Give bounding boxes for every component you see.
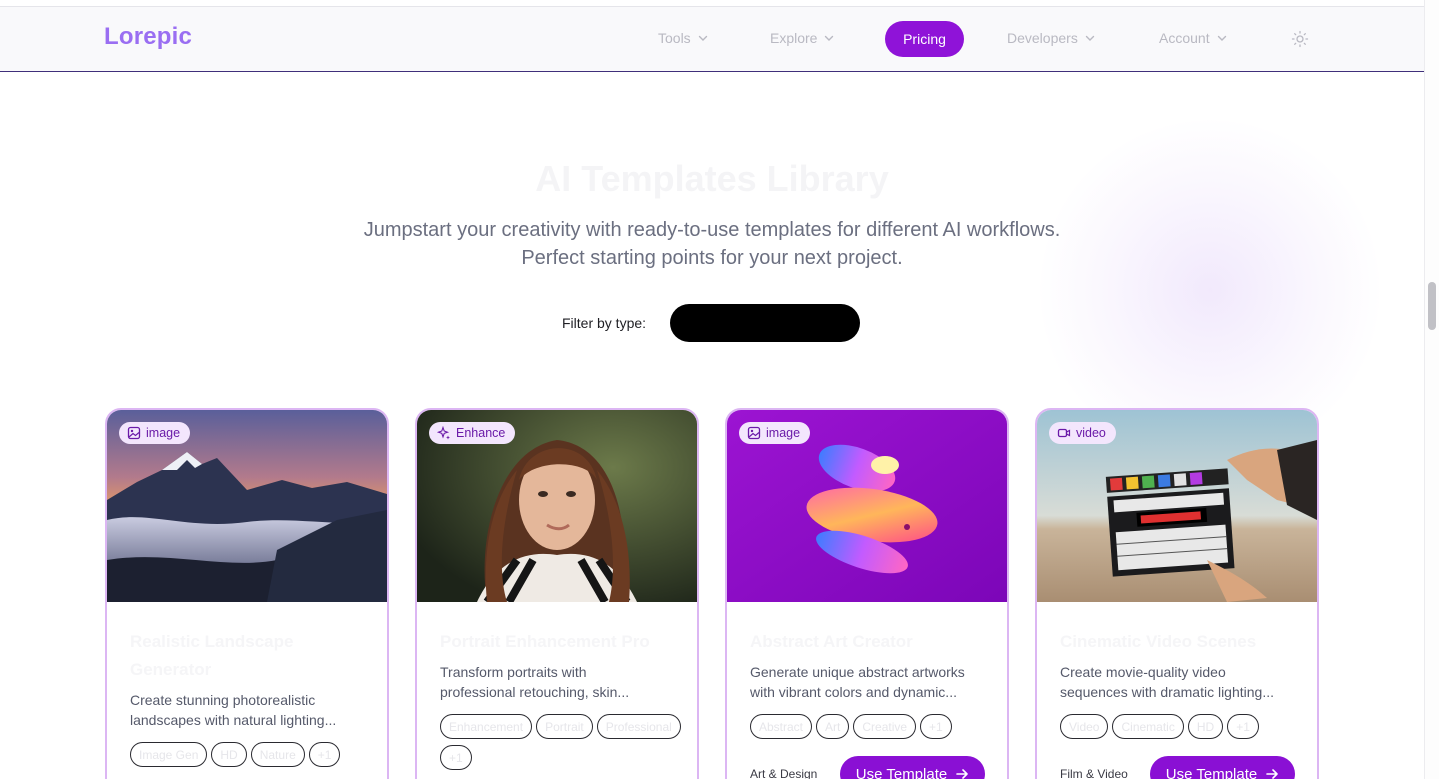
template-card[interactable]: Enhance Portrait Enhancement Pro Transfo… — [415, 408, 699, 779]
tag-list: Image Gen HD Nature +1 — [130, 742, 380, 767]
arrow-right-icon — [1266, 769, 1279, 779]
tag: Professional — [596, 714, 681, 739]
chevron-down-icon — [1217, 35, 1226, 41]
subtitle-line-2: Perfect starting points for your next pr… — [521, 247, 903, 269]
card-description-line: landscapes with natural lighting... — [130, 712, 337, 728]
type-badge: video — [1049, 422, 1116, 444]
chevron-down-icon — [825, 35, 834, 41]
tag-more: +1 — [920, 714, 952, 739]
card-title: Portrait Enhancement Pro — [440, 632, 650, 651]
nav-explore[interactable]: Explore — [770, 30, 835, 46]
badge-label: Enhance — [456, 426, 506, 440]
tag-more: +1 — [308, 742, 341, 767]
tag-list: Enhancement Portrait Professional +1 — [440, 714, 690, 770]
tag: HD — [1187, 714, 1224, 739]
chevron-down-icon — [1085, 35, 1095, 41]
video-camera-icon — [1057, 428, 1071, 438]
card-description-line: Transform portraits with — [440, 664, 587, 680]
badge-label: image — [766, 426, 801, 440]
sparkles-icon — [437, 426, 450, 440]
nav-account[interactable]: Account — [1159, 30, 1228, 46]
tag: Cinematic — [1112, 714, 1184, 739]
chevron-down-icon — [698, 35, 707, 41]
nav-tools-label: Tools — [658, 30, 691, 46]
template-card[interactable]: image Realistic Landscape Generator Crea… — [105, 408, 389, 779]
tag: Nature — [250, 742, 305, 767]
badge-label: image — [146, 426, 181, 440]
image-icon — [747, 426, 761, 440]
tag-list: Abstract Art Creative +1 — [750, 714, 1000, 739]
tag: Creative — [853, 714, 917, 739]
card-description-line: Generate unique abstract artworks — [750, 664, 965, 680]
tag: Image Gen — [130, 742, 208, 767]
tag-more: +1 — [440, 745, 472, 770]
card-title: Realistic Landscape Generator — [130, 632, 294, 679]
use-template-label: Use Template — [1165, 765, 1258, 779]
card-description-line: professional retouching, skin... — [440, 684, 630, 700]
nav-explore-label: Explore — [770, 30, 818, 46]
nav-developers-label: Developers — [1007, 30, 1078, 46]
subtitle-line-1: Jumpstart your creativity with ready-to-… — [363, 219, 1061, 241]
page-title: AI Templates Library — [535, 158, 889, 199]
filter-label: Filter by type: — [562, 315, 647, 331]
use-template-button[interactable]: Use Template — [1150, 756, 1295, 779]
tag: HD — [211, 742, 247, 767]
nav-account-label: Account — [1159, 30, 1210, 46]
scrollbar-track[interactable] — [1424, 0, 1439, 779]
tag: Portrait — [536, 714, 593, 739]
card-category: Art & Design — [750, 767, 818, 779]
card-title: Cinematic Video Scenes — [1060, 632, 1257, 651]
card-title: Abstract Art Creator — [750, 632, 913, 651]
tag: Enhancement — [440, 714, 533, 739]
tag: Video — [1060, 714, 1109, 739]
image-icon — [127, 426, 141, 440]
tag-list: Video Cinematic HD +1 — [1060, 714, 1310, 739]
nav-developers[interactable]: Developers — [1007, 30, 1096, 46]
page: Lorepic Tools Explore Pricing Developers… — [0, 0, 1439, 779]
nav-pricing-button[interactable]: Pricing — [885, 21, 964, 57]
type-badge: image — [119, 422, 191, 444]
scrollbar-thumb[interactable] — [1428, 282, 1436, 330]
card-description-line: Create movie-quality video — [1060, 664, 1226, 680]
logo[interactable]: Lorepic — [104, 23, 192, 51]
type-badge: Enhance — [429, 422, 516, 444]
use-template-button[interactable]: Use Template — [840, 756, 985, 779]
arrow-right-icon — [956, 769, 969, 779]
template-card[interactable]: image Abstract Art Creator Generate uniq… — [725, 408, 1009, 779]
use-template-label: Use Template — [855, 765, 948, 779]
filter-type-select[interactable] — [670, 304, 860, 342]
tag: Art — [816, 714, 850, 739]
card-category: Film & Video — [1060, 767, 1128, 779]
type-badge: image — [739, 422, 811, 444]
template-card[interactable]: video Cinematic Video Scenes Create movi… — [1035, 408, 1319, 779]
card-description-line: with vibrant colors and dynamic... — [750, 684, 957, 700]
card-description: Transform portraits with professional re… — [440, 662, 680, 702]
card-description: Create movie-quality video sequences wit… — [1060, 662, 1300, 702]
nav-tools[interactable]: Tools — [658, 30, 709, 46]
card-description-line: sequences with dramatic lighting... — [1060, 684, 1274, 700]
tag: Abstract — [750, 714, 813, 739]
top-strip — [0, 0, 1424, 7]
tag-more: +1 — [1227, 714, 1259, 739]
card-description-line: Create stunning photorealistic — [130, 692, 316, 708]
card-description: Create stunning photorealistic landscape… — [130, 690, 370, 730]
sun-icon[interactable] — [1291, 30, 1309, 48]
page-subtitle: Jumpstart your creativity with ready-to-… — [0, 216, 1424, 272]
navbar: Lorepic Tools Explore Pricing Developers… — [0, 7, 1424, 72]
badge-label: video — [1076, 426, 1106, 440]
card-description: Generate unique abstract artworks with v… — [750, 662, 990, 702]
